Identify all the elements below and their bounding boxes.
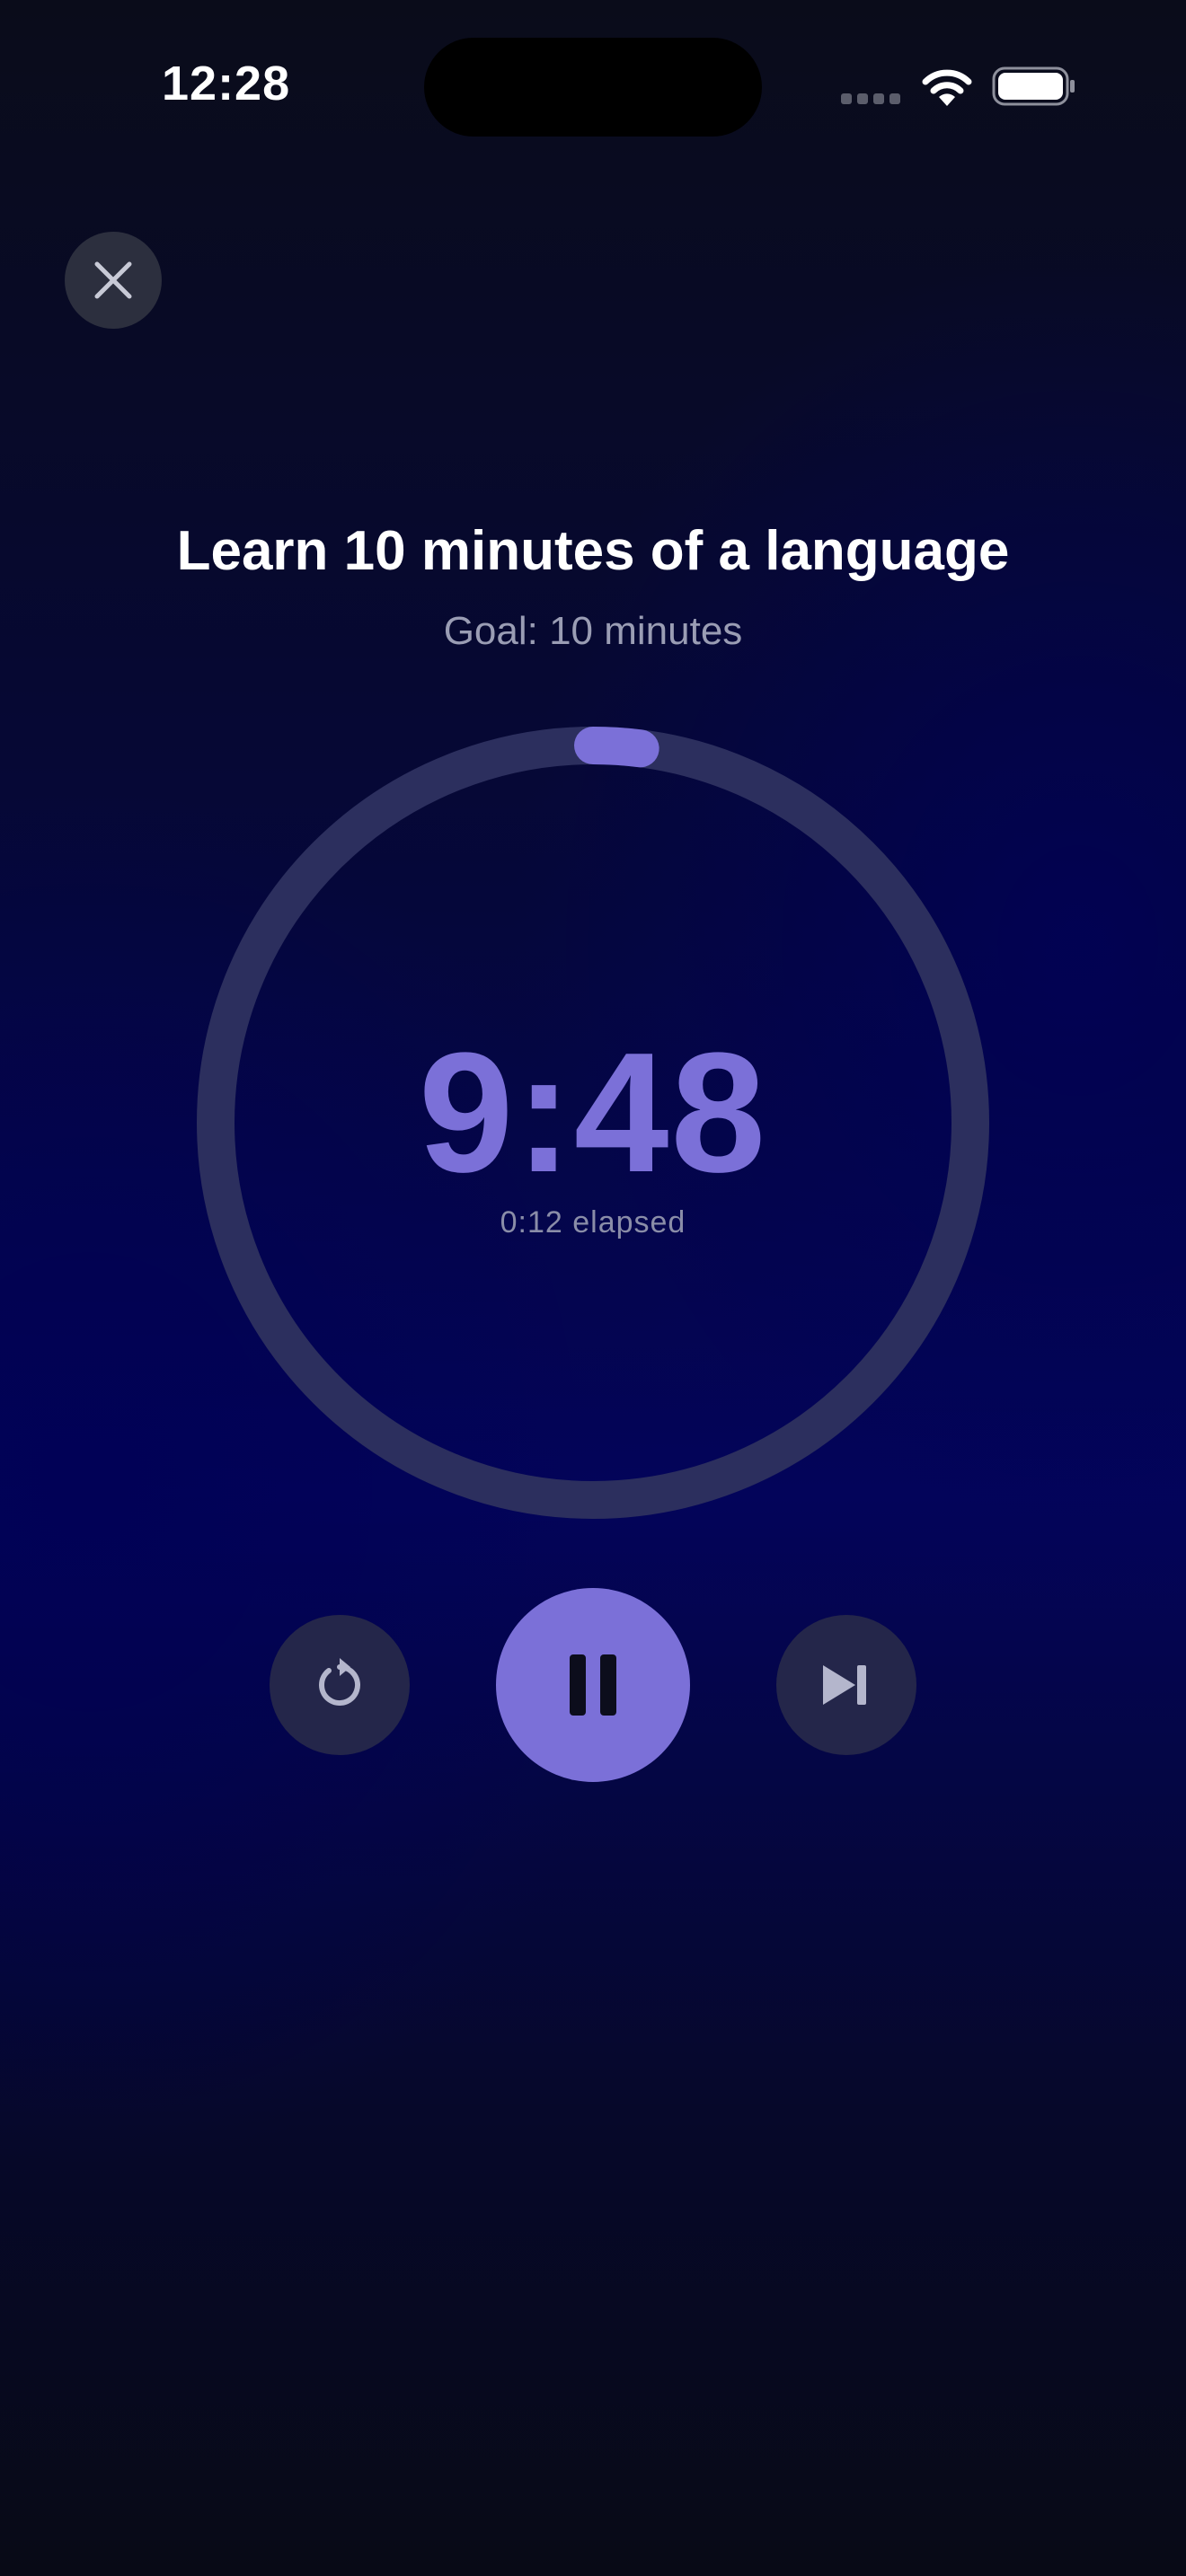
- pause-button[interactable]: [496, 1588, 690, 1782]
- goal-label: Goal: 10 minutes: [443, 609, 743, 653]
- battery-icon: [992, 66, 1075, 106]
- pause-icon: [570, 1654, 616, 1716]
- skip-forward-icon: [823, 1665, 866, 1705]
- elapsed-label: 0:12 elapsed: [500, 1205, 686, 1239]
- close-button[interactable]: [65, 232, 162, 329]
- restart-icon: [319, 1658, 360, 1706]
- status-bar: 12:28: [0, 0, 1186, 180]
- skip-forward-button[interactable]: [776, 1615, 916, 1755]
- wifi-icon: [922, 69, 972, 106]
- close-icon: [94, 261, 132, 299]
- cellular-signal-icon: [841, 93, 902, 106]
- progress-ring-fill: [574, 727, 659, 768]
- restart-button[interactable]: [270, 1615, 410, 1755]
- session-title: Learn 10 minutes of a language: [176, 520, 1010, 582]
- time-remaining: 9:48: [418, 1018, 768, 1208]
- dynamic-island: [424, 38, 762, 137]
- status-time: 12:28: [162, 57, 291, 110]
